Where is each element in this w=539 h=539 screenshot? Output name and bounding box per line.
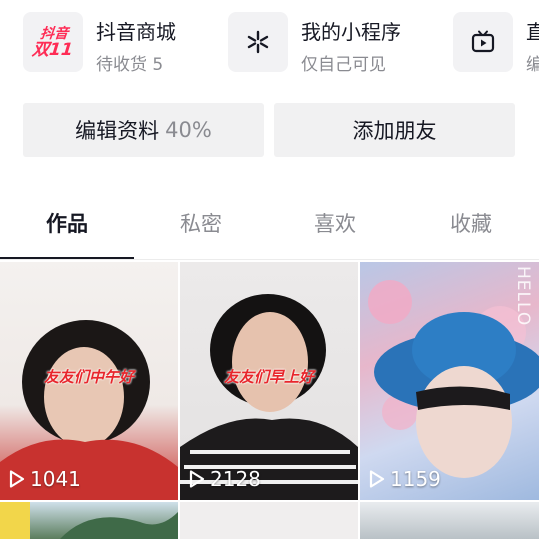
- tab-favorites[interactable]: 收藏: [404, 208, 538, 238]
- play-count-value: 2128: [210, 467, 261, 491]
- edit-profile-label: 编辑资料: [75, 119, 160, 143]
- service-subtitle: 仅自己可见: [301, 55, 386, 75]
- mini-program-asterisk-icon: [228, 12, 288, 72]
- tab-private[interactable]: 私密: [134, 208, 268, 238]
- video-thumbnail[interactable]: HELLO 1159: [360, 262, 539, 500]
- play-outline-icon: [189, 470, 205, 488]
- play-count-value: 1041: [30, 467, 81, 491]
- video-thumbnail[interactable]: 友友们中午好 1041: [0, 262, 178, 500]
- video-thumbnail[interactable]: [180, 502, 358, 539]
- service-title: 直: [526, 20, 539, 44]
- play-count: 2128: [188, 467, 261, 491]
- play-count: 1041: [8, 467, 81, 491]
- video-caption: 友友们中午好: [43, 368, 134, 386]
- play-count-value: 1159: [390, 467, 441, 491]
- play-count: 1159: [368, 467, 441, 491]
- add-friends-button[interactable]: 添加朋友: [274, 103, 515, 157]
- play-outline-icon: [9, 470, 25, 488]
- tabs-divider: [0, 259, 539, 260]
- edit-profile-button[interactable]: 编辑资料 40%: [23, 103, 264, 157]
- landscape-image: [0, 502, 178, 539]
- tab-works[interactable]: 作品: [0, 208, 134, 238]
- watermark-text: HELLO: [513, 266, 533, 327]
- play-outline-icon: [369, 470, 385, 488]
- double-11-logo-icon: 抖音 双11: [23, 12, 83, 72]
- video-thumbnail[interactable]: [0, 502, 178, 539]
- service-subtitle: 待收货 5: [96, 55, 164, 75]
- profile-completion: 40%: [165, 118, 212, 142]
- service-title: 我的小程序: [301, 20, 401, 44]
- services-row: 抖音 双11 抖音商城 待收货 5 我的小程序 仅自己可见 直 编: [0, 0, 539, 90]
- video-grid: 友友们中午好 1041 友友们早上好 2128 HELLO 1159: [0, 262, 539, 539]
- service-title: 抖音商城: [96, 20, 176, 44]
- logo-text-bottom: 双11: [30, 40, 74, 60]
- profile-tabs: 作品 私密 喜欢 收藏: [0, 196, 539, 260]
- tv-play-icon: [453, 12, 513, 72]
- add-friends-label: 添加朋友: [352, 119, 437, 143]
- service-subtitle: 编: [526, 55, 539, 75]
- video-thumbnail[interactable]: [360, 502, 539, 539]
- video-caption: 友友们早上好: [223, 368, 314, 386]
- video-thumbnail[interactable]: 友友们早上好 2128: [180, 262, 358, 500]
- tab-likes[interactable]: 喜欢: [268, 208, 402, 238]
